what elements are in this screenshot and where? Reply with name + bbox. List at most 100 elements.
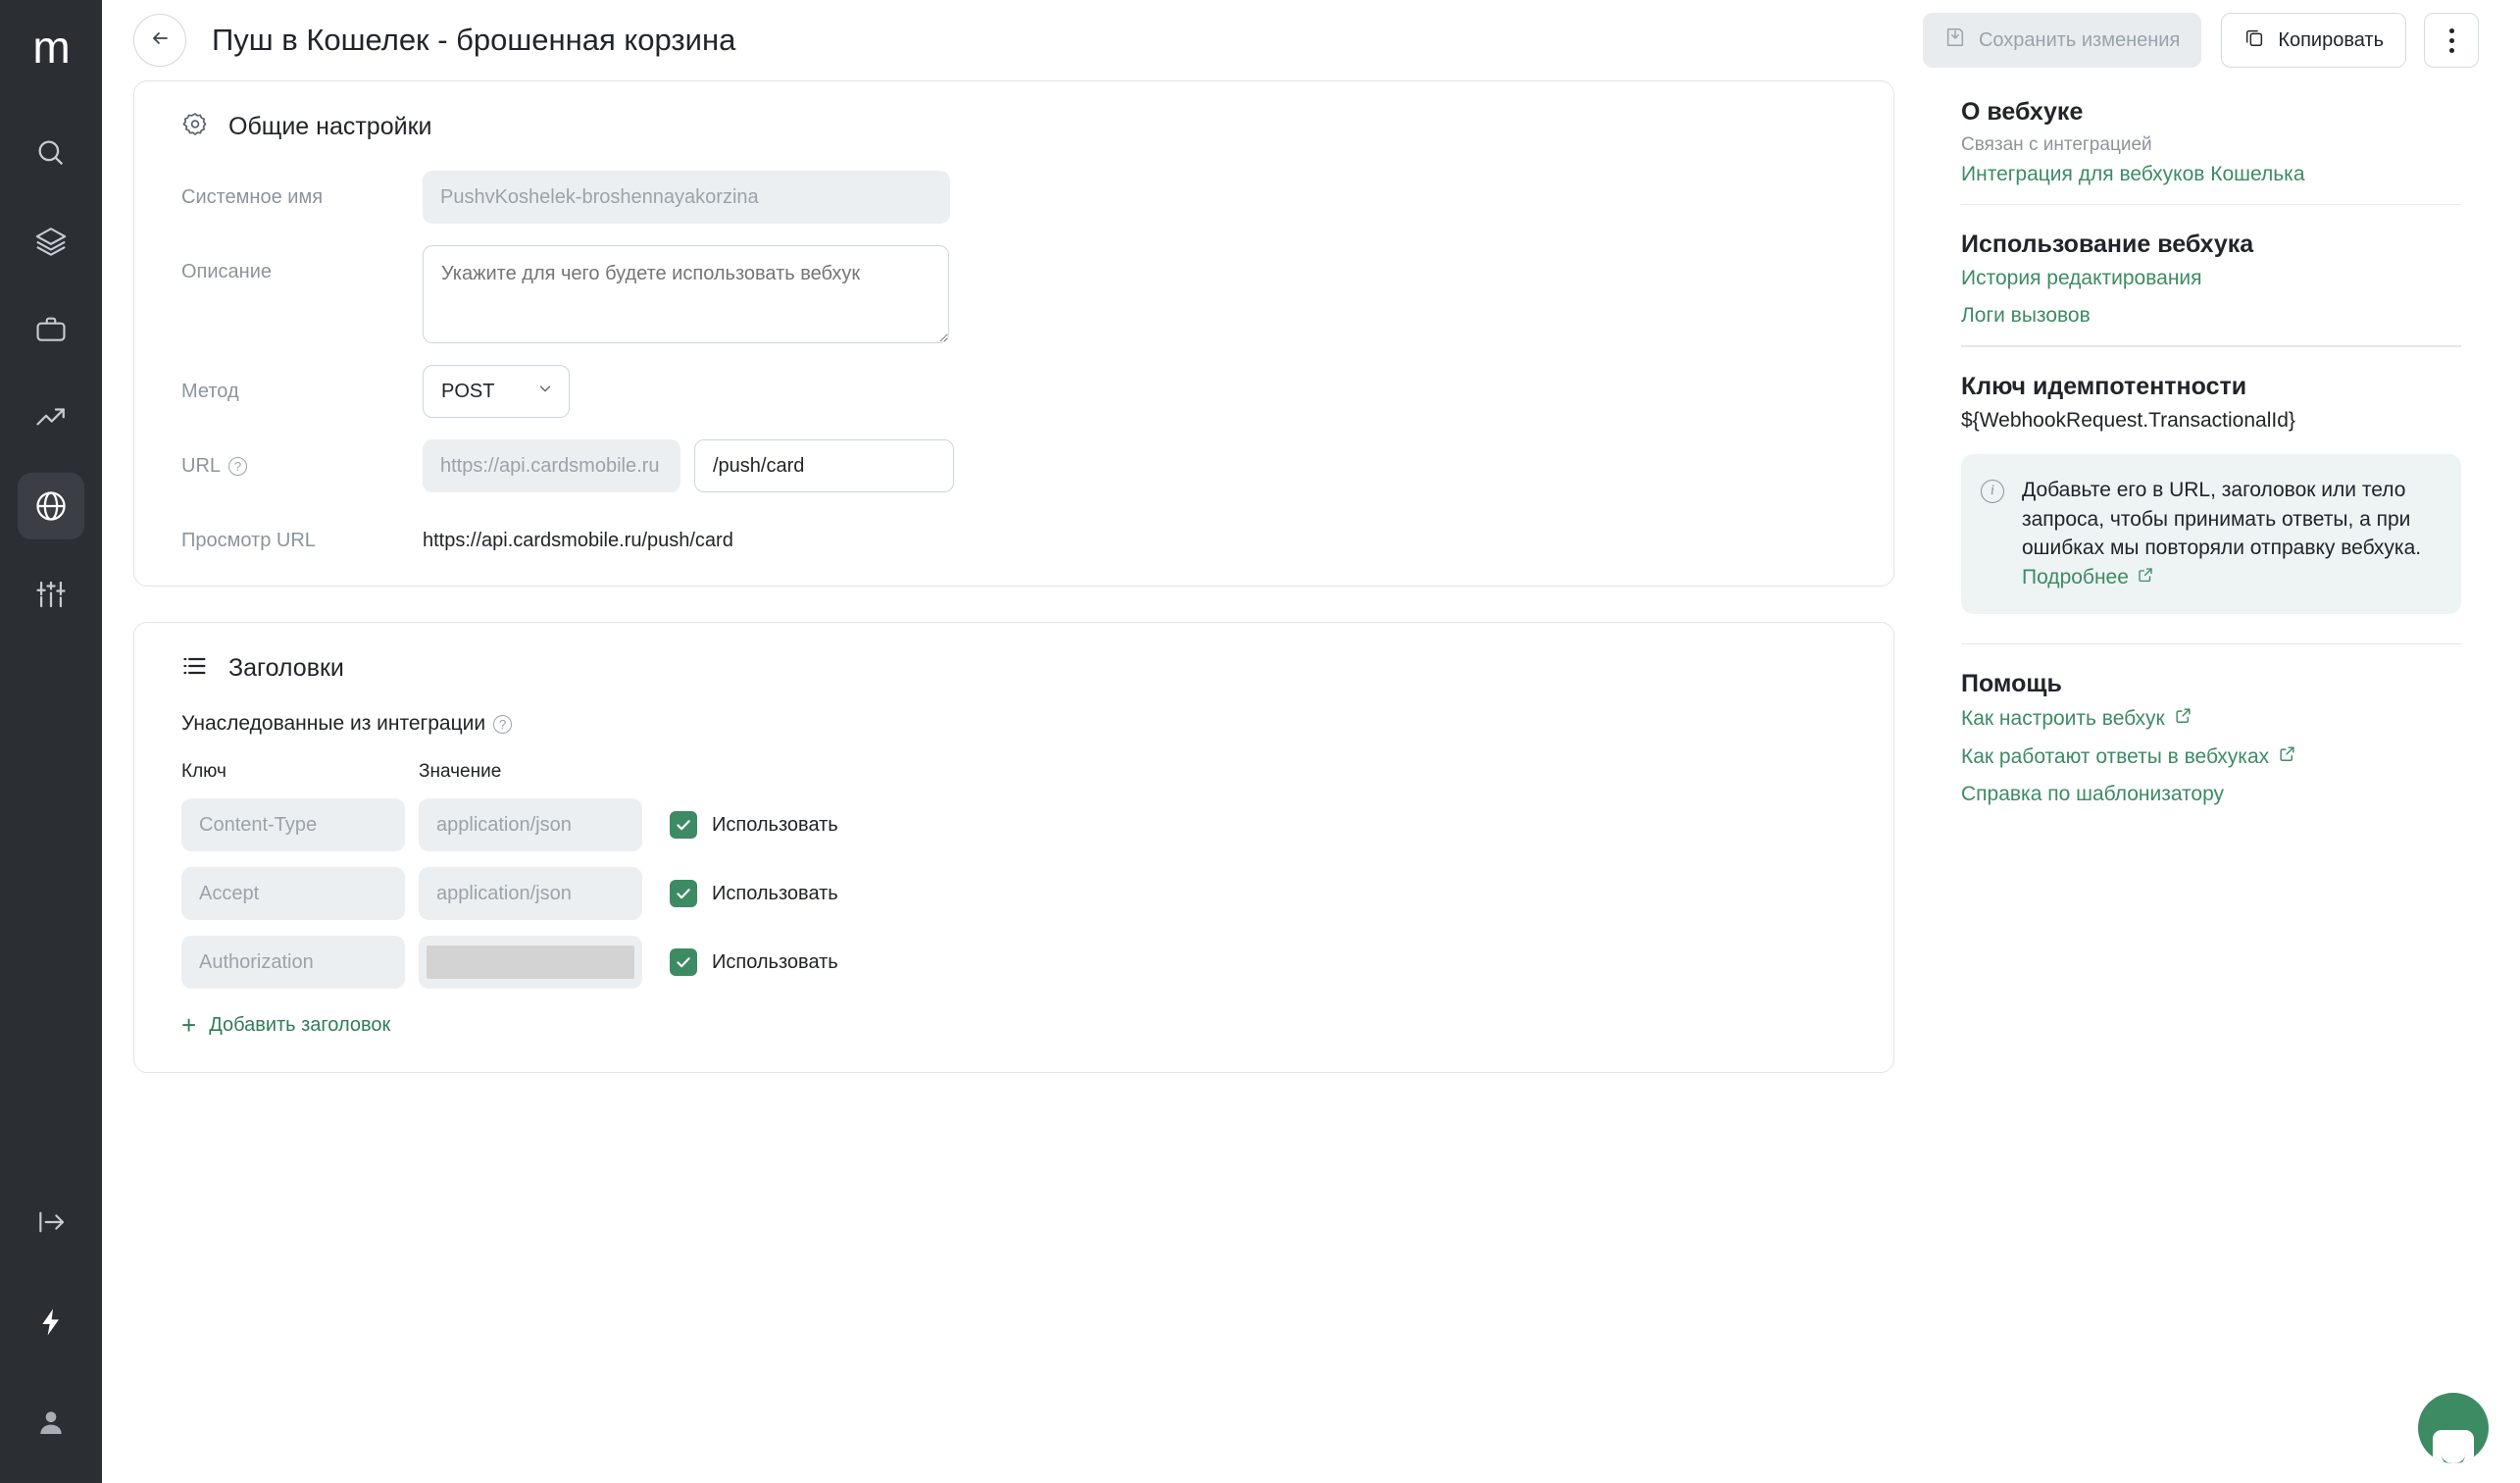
url-base-input[interactable]: https://api.cardsmobile.ru <box>423 439 680 492</box>
add-header-button[interactable]: + Добавить заголовок <box>181 1012 390 1038</box>
table-row: Accept application/json Использовать <box>181 867 1846 920</box>
help-block: Помощь Как настроить вебхук Как работают… <box>1961 670 2461 806</box>
url-path-input[interactable]: /push/card <box>694 439 954 492</box>
divider <box>1961 643 2461 645</box>
lightning-icon[interactable] <box>18 1289 84 1355</box>
save-button[interactable]: Сохранить изменения <box>1922 13 2202 68</box>
masked-value-bar <box>427 946 634 979</box>
column-value-title: Значение <box>419 761 502 782</box>
idempotency-title: Ключ идемпотентности <box>1961 372 2247 400</box>
app-logo[interactable]: m <box>0 22 102 73</box>
inherited-headers-text: Унаследованные из интеграции <box>181 712 486 735</box>
more-options-button[interactable] <box>2424 13 2479 68</box>
divider <box>1961 204 2461 206</box>
header-key-input[interactable]: Authorization <box>181 936 405 989</box>
column-key-title: Ключ <box>181 761 227 782</box>
description-row: Описание <box>181 245 1846 343</box>
url-fields: https://api.cardsmobile.ru /push/card <box>423 439 954 492</box>
help-setup-link[interactable]: Как настроить вебхук <box>1961 706 2192 731</box>
inherited-headers-label: Унаследованные из интеграции? <box>181 712 1846 736</box>
header-use-toggle[interactable]: Использовать <box>670 948 838 976</box>
copy-button-label: Копировать <box>2278 28 2384 51</box>
general-settings-title: Общие настройки <box>228 113 432 140</box>
sidebar-item-integrations[interactable] <box>18 473 84 539</box>
url-label-text: URL <box>181 455 222 477</box>
help-setup-label: Как настроить вебхук <box>1961 706 2165 730</box>
briefcase-icon[interactable] <box>18 296 84 363</box>
url-row: URL? https://api.cardsmobile.ru /push/ca… <box>181 439 1846 492</box>
header-key-input[interactable]: Content-Type <box>181 798 405 851</box>
list-icon <box>181 652 209 685</box>
header-use-toggle[interactable]: Использовать <box>670 811 838 839</box>
checkbox-checked-icon <box>670 880 697 907</box>
table-row: Authorization Использовать <box>181 936 1846 989</box>
url-preview-label: Просмотр URL <box>181 530 316 551</box>
system-name-row: Системное имя PushvKoshelek-broshennayak… <box>181 171 1846 224</box>
help-templater-link[interactable]: Справка по шаблонизатору <box>1961 783 2461 806</box>
arrow-left-icon <box>148 26 172 55</box>
inherited-help-icon[interactable]: ? <box>493 714 513 734</box>
settings-column: Общие настройки Системное имя PushvKoshe… <box>102 80 1928 1483</box>
checkbox-checked-icon <box>670 948 697 976</box>
idempotency-info-card: i Добавьте его в URL, заголовок или тело… <box>1961 453 2461 615</box>
page-toolbar: Пуш в Кошелек - брошенная корзина Сохран… <box>102 0 2520 80</box>
layers-icon[interactable] <box>18 208 84 275</box>
chevron-down-icon <box>536 380 554 403</box>
trending-up-icon[interactable] <box>18 384 84 451</box>
general-settings-header: Общие настройки <box>181 111 1846 143</box>
sliders-icon[interactable] <box>18 561 84 628</box>
header-use-label: Использовать <box>712 813 838 836</box>
header-use-label: Использовать <box>712 882 838 904</box>
about-webhook-subtitle: Связан с интеграцией <box>1961 134 2152 155</box>
back-button[interactable] <box>133 14 186 67</box>
about-webhook-block: О вебхуке Связан с интеграцией Интеграци… <box>1961 98 2461 186</box>
info-card-text-wrap: Добавьте его в URL, заголовок или тело з… <box>2022 476 2438 592</box>
external-link-icon <box>2174 706 2192 731</box>
method-label: Метод <box>181 381 239 402</box>
search-icon[interactable] <box>18 120 84 186</box>
edit-history-link[interactable]: История редактирования <box>1961 267 2461 290</box>
checkbox-checked-icon <box>670 811 697 839</box>
main-area: Пуш в Кошелек - брошенная корзина Сохран… <box>102 0 2520 1483</box>
integration-link[interactable]: Интеграция для вебхуков Кошелька <box>1961 163 2461 186</box>
plus-icon: + <box>181 1010 197 1040</box>
description-input[interactable] <box>423 245 949 343</box>
headers-title: Заголовки <box>228 654 344 682</box>
usage-block: Использование вебхука История редактиров… <box>1961 230 2461 328</box>
header-value-input[interactable] <box>419 936 642 989</box>
globe-icon <box>33 488 69 524</box>
info-icon: i <box>1981 479 2004 503</box>
learn-more-link[interactable]: Подробнее <box>2022 563 2154 592</box>
call-logs-link[interactable]: Логи вызовов <box>1961 304 2461 328</box>
user-icon[interactable] <box>18 1389 84 1456</box>
learn-more-label: Подробнее <box>2022 566 2129 589</box>
headers-header: Заголовки <box>181 652 1846 685</box>
header-use-toggle[interactable]: Использовать <box>670 880 838 907</box>
external-link-icon <box>2278 744 2296 769</box>
system-name-input[interactable]: PushvKoshelek-broshennayakorzina <box>423 171 950 224</box>
info-card-text: Добавьте его в URL, заголовок или тело з… <box>2022 478 2422 560</box>
method-row: Метод POST <box>181 365 1846 418</box>
method-select-value: POST <box>441 380 495 402</box>
url-label: URL? <box>181 439 423 478</box>
header-value-input[interactable]: application/json <box>419 798 642 851</box>
header-value-input[interactable]: application/json <box>419 867 642 920</box>
page-title: Пуш в Кошелек - брошенная корзина <box>212 23 736 57</box>
info-sidebar: О вебхуке Связан с интеграцией Интеграци… <box>1928 80 2520 1483</box>
method-select[interactable]: POST <box>423 365 570 418</box>
header-key-input[interactable]: Accept <box>181 867 405 920</box>
logout-icon[interactable] <box>18 1189 84 1255</box>
general-settings-card: Общие настройки Системное имя PushvKoshe… <box>133 80 1894 587</box>
url-preview-value: https://api.cardsmobile.ru/push/card <box>423 530 733 551</box>
idempotency-value: ${WebhookRequest.TransactionalId} <box>1961 408 2295 432</box>
left-nav-rail: m <box>0 0 102 1483</box>
chat-widget-button[interactable] <box>2418 1393 2489 1463</box>
help-responses-label: Как работают ответы в вебхуках <box>1961 744 2270 768</box>
headers-card: Заголовки Унаследованные из интеграции? … <box>133 622 1894 1073</box>
chat-face-icon <box>2433 1430 2474 1463</box>
headers-column-titles: Ключ Значение <box>181 761 1846 783</box>
url-help-icon[interactable]: ? <box>228 457 248 477</box>
gear-icon <box>181 111 209 143</box>
copy-button[interactable]: Копировать <box>2221 13 2406 68</box>
help-responses-link[interactable]: Как работают ответы в вебхуках <box>1961 744 2296 769</box>
